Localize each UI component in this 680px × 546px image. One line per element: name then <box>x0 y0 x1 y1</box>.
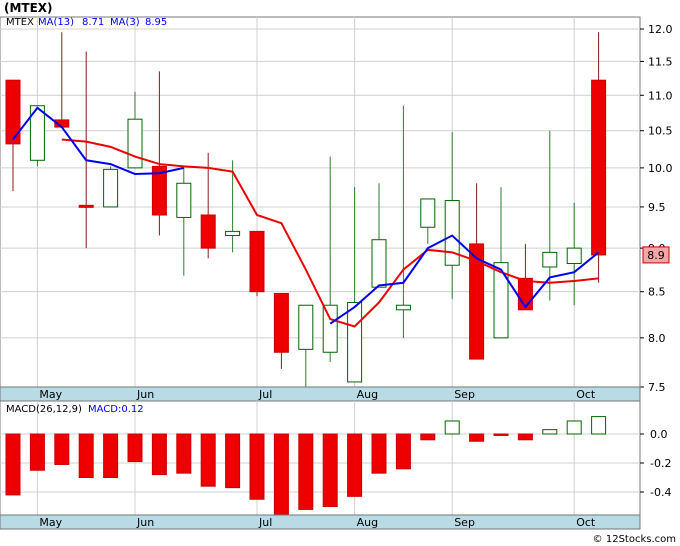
macd-bar-negative <box>347 433 363 497</box>
candle-body-up <box>371 239 387 288</box>
macd-bar-negative <box>127 433 143 463</box>
chart-root: 7.58.08.59.09.510.010.511.011.512.08.9 (… <box>0 0 680 546</box>
macd-bar-negative <box>469 433 485 442</box>
price-tick-label: 9.5 <box>648 201 666 214</box>
macd-bar-negative <box>371 433 387 474</box>
macd-bar-negative <box>78 433 94 478</box>
month-label: Aug <box>357 516 378 529</box>
macd-bar-positive <box>591 416 607 435</box>
macd-bar-negative <box>176 433 192 474</box>
macd-bar-negative <box>151 433 167 476</box>
macd-tick-label: -0.2 <box>650 457 671 470</box>
macd-bar-negative <box>273 433 289 516</box>
chart-title: (MTEX) <box>4 1 53 15</box>
macd-title: MACD(26,12,9) <box>6 404 82 415</box>
macd-bar-negative <box>517 433 533 441</box>
candle-body-up <box>444 200 460 266</box>
candle-body-down <box>591 79 607 256</box>
month-label: May <box>39 516 62 529</box>
macd-bar-negative <box>54 433 70 465</box>
macd-bar-negative <box>322 433 338 507</box>
legend-ma3-value: 8.95 <box>145 17 167 28</box>
candle-body-down <box>78 204 94 208</box>
price-tick-label: 12.0 <box>648 23 673 36</box>
candle-body-up <box>542 251 558 268</box>
candle <box>103 166 119 208</box>
candle-body-up <box>225 230 241 237</box>
legend-ma13-label: MA(13) <box>38 17 74 28</box>
price-tick-label: 11.0 <box>648 89 673 102</box>
price-panel <box>0 16 641 388</box>
month-label: Oct <box>576 388 596 401</box>
macd-value: MACD:0.12 <box>88 404 144 415</box>
macd-panel <box>0 400 641 516</box>
legend-ma13-value: 8.71 <box>82 17 104 28</box>
macd-bar-positive <box>542 429 558 435</box>
candle-body-up <box>176 182 192 218</box>
macd-bar-negative <box>420 433 436 441</box>
month-label: Jul <box>258 388 272 401</box>
price-tick-label: 11.5 <box>648 55 673 68</box>
macd-bar-negative <box>200 433 216 487</box>
month-label: Sep <box>454 516 475 529</box>
price-tick-label: 7.5 <box>648 381 666 394</box>
macd-bar-negative <box>395 433 411 470</box>
price-tick-label: 8.5 <box>648 286 666 299</box>
month-label: Jun <box>136 516 154 529</box>
legend-ticker: MTEX <box>6 17 34 28</box>
candle-body-down <box>200 214 216 249</box>
macd-bar-positive <box>566 420 582 435</box>
month-label: Oct <box>576 516 596 529</box>
macd-bar-negative <box>225 433 241 489</box>
candle-body-down <box>517 277 533 311</box>
candle-body-up <box>322 304 338 353</box>
candle-body-up <box>127 118 143 169</box>
macd-tick-label: -0.4 <box>650 486 671 499</box>
month-label: Sep <box>454 388 475 401</box>
macd-bar-negative <box>493 433 509 436</box>
candle-body-up <box>347 301 363 383</box>
macd-tick-label: 0.0 <box>650 428 668 441</box>
last-price-label: 8.9 <box>647 249 665 262</box>
candle-body-up <box>395 304 411 311</box>
month-band-bottom <box>0 514 641 530</box>
month-label: Jun <box>136 388 154 401</box>
macd-bar-positive <box>444 420 460 435</box>
month-band-top <box>0 386 641 402</box>
copyright: © 12Stocks.com <box>593 534 676 545</box>
price-tick-label: 10.0 <box>648 162 673 175</box>
candle-body-up <box>420 198 436 228</box>
candle <box>249 230 265 297</box>
month-label: Jul <box>258 516 272 529</box>
candle-body-up <box>298 304 314 350</box>
month-label: Aug <box>357 388 378 401</box>
price-tick-label: 10.5 <box>648 125 673 138</box>
candle-body-up <box>103 168 119 208</box>
macd-bar-negative <box>29 433 45 471</box>
price-tick-label: 8.0 <box>648 332 666 345</box>
month-label: May <box>39 388 62 401</box>
macd-bar-negative <box>5 433 21 496</box>
legend-ma3-label: MA(3) <box>110 17 140 28</box>
candle-body-down <box>249 230 265 293</box>
macd-bar-negative <box>249 433 265 500</box>
macd-bar-negative <box>103 433 119 478</box>
candle-body-up <box>566 247 582 265</box>
macd-bar-negative <box>298 433 314 510</box>
candle-body-down <box>273 292 289 353</box>
